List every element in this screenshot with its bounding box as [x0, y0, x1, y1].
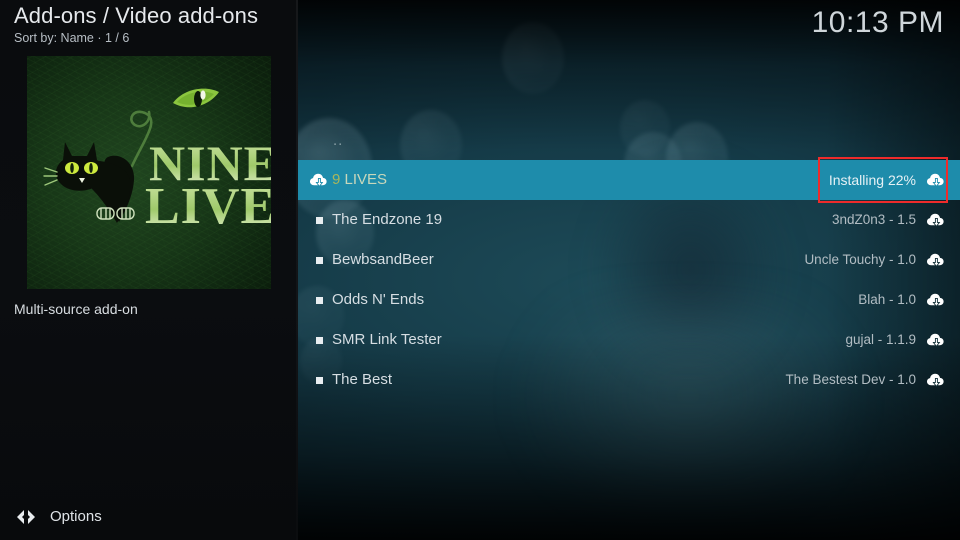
install-status: Installing 22%	[828, 172, 916, 188]
list-item-label: Odds N' Ends	[332, 291, 425, 308]
svg-text:LIVES: LIVES	[145, 178, 271, 235]
cloud-download-icon	[926, 372, 946, 389]
breadcrumb-title: Add-ons / Video add-ons	[14, 3, 259, 28]
cloud-download-icon	[306, 172, 332, 189]
addon-author-version: The Bestest Dev - 1.0	[785, 372, 916, 387]
list-item[interactable]: 9 LIVES Installing 22%	[298, 160, 960, 200]
list-item-right: Blah - 1.0	[858, 292, 946, 309]
square-bullet-icon	[306, 296, 332, 304]
list-item-right: The Bestest Dev - 1.0	[785, 372, 946, 389]
list-item[interactable]: SMR Link Tester gujal - 1.1.9	[298, 320, 960, 360]
addon-author-version: gujal - 1.1.9	[845, 332, 916, 347]
list-item[interactable]: Odds N' Ends Blah - 1.0	[298, 280, 960, 320]
list-item-label: SMR Link Tester	[332, 331, 442, 348]
list-item-label: 9 LIVES	[332, 171, 829, 189]
addon-description: Multi-source add-on	[14, 301, 138, 317]
addon-author-version: Uncle Touchy - 1.0	[804, 252, 916, 267]
square-bullet-icon	[306, 256, 332, 264]
addon-author-version: 3ndZ0n3 - 1.5	[831, 212, 916, 227]
cloud-download-icon	[926, 172, 946, 189]
options-button[interactable]: Options	[0, 494, 298, 540]
list-item[interactable]: BewbsandBeer Uncle Touchy - 1.0	[298, 240, 960, 280]
list-item-label: The Endzone 19	[332, 211, 443, 228]
list-item[interactable]: The Endzone 19 3ndZ0n3 - 1.5	[298, 200, 960, 240]
cloud-download-icon	[926, 252, 946, 269]
left-right-arrows-icon	[14, 506, 38, 528]
addon-list: .. 9 LIVES Installing 22% The Endzone 19…	[298, 122, 960, 400]
list-item-right: 3ndZ0n3 - 1.5	[832, 212, 946, 229]
list-item-label: BewbsandBeer	[332, 251, 434, 268]
addon-thumbnail: NINE LIVES	[27, 56, 271, 289]
list-item-right: gujal - 1.1.9	[845, 332, 946, 349]
header-block: Add-ons / Video add-ons Sort by: Name · …	[14, 2, 298, 46]
cloud-download-icon	[926, 332, 946, 349]
left-info-panel: Add-ons / Video add-ons Sort by: Name · …	[0, 0, 298, 540]
list-item-right: Installing 22%	[829, 172, 946, 189]
list-item-label-rest: LIVES	[340, 171, 388, 188]
sort-info: Sort by: Name · 1 / 6	[14, 31, 130, 45]
kodi-addon-browser-screen: 10:13 PM Add-ons / Video add-ons Sort by…	[0, 0, 960, 540]
list-item-label: The Best	[332, 371, 393, 388]
square-bullet-icon	[306, 216, 332, 224]
addon-author-version: Blah - 1.0	[858, 292, 916, 307]
list-item-right: Uncle Touchy - 1.0	[804, 252, 946, 269]
options-label: Options	[50, 508, 102, 525]
cloud-download-icon	[926, 292, 946, 309]
parent-dir-label: ..	[333, 132, 344, 149]
list-item-parent-dir[interactable]: ..	[298, 122, 960, 160]
clock: 10:13 PM	[811, 6, 944, 39]
cloud-download-icon	[926, 212, 946, 229]
nine-lives-logo-art: NINE LIVES	[43, 88, 271, 235]
square-bullet-icon	[306, 376, 332, 384]
list-item[interactable]: The Best The Bestest Dev - 1.0	[298, 360, 960, 400]
square-bullet-icon	[306, 336, 332, 344]
